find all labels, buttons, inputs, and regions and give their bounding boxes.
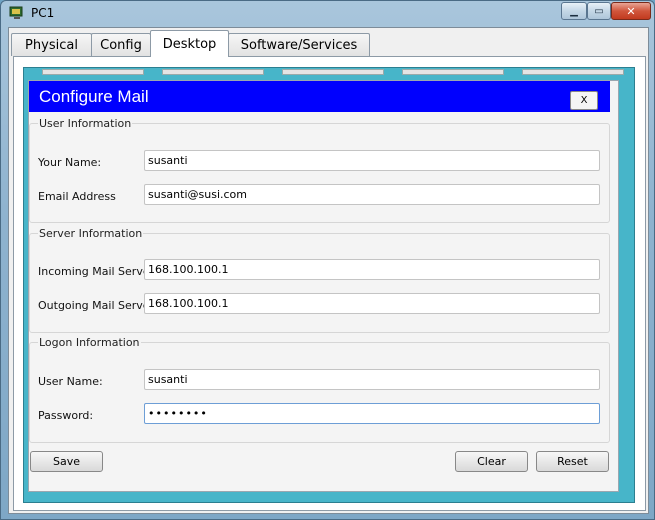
server-information-group: Server Information Incoming Mail Server …	[29, 227, 610, 333]
close-window-button[interactable]: ✕	[611, 2, 651, 20]
user-name-label: User Name:	[38, 375, 103, 388]
close-icon: ✕	[626, 4, 636, 18]
dialog-close-button[interactable]: X	[570, 91, 598, 110]
background-app-tile	[162, 69, 264, 75]
background-app-tile	[42, 69, 144, 75]
background-app-tile	[522, 69, 624, 75]
your-name-input[interactable]: susanti	[144, 150, 600, 171]
password-label: Password:	[38, 409, 94, 422]
window-title: PC1	[31, 6, 55, 20]
user-information-group: User Information Your Name: susanti Emai…	[29, 117, 610, 223]
maximize-icon: ▭	[594, 5, 604, 17]
app-window: PC1 ▁ ▭ ✕ Physical Config Desktop Softwa…	[0, 0, 655, 520]
dialog-header: Configure Mail X	[29, 81, 610, 112]
tab-desktop[interactable]: Desktop	[150, 30, 229, 57]
minimize-icon: ▁	[570, 5, 578, 17]
app-icon	[9, 6, 23, 19]
user-information-legend: User Information	[38, 117, 133, 130]
maximize-button[interactable]: ▭	[587, 2, 611, 20]
dialog-title: Configure Mail	[39, 87, 149, 106]
email-address-label: Email Address	[38, 190, 116, 203]
server-information-legend: Server Information	[38, 227, 144, 240]
logon-information-legend: Logon Information	[38, 336, 141, 349]
minimize-button[interactable]: ▁	[561, 2, 587, 20]
incoming-mail-server-label: Incoming Mail Server	[38, 265, 155, 278]
outgoing-mail-server-input[interactable]: 168.100.100.1	[144, 293, 600, 314]
logon-information-group: Logon Information User Name: susanti Pas…	[29, 336, 610, 443]
configure-mail-dialog: Configure Mail X User Information Your N…	[28, 80, 619, 492]
desktop-panel: Configure Mail X User Information Your N…	[13, 56, 646, 511]
outgoing-mail-server-label: Outgoing Mail Server	[38, 299, 155, 312]
clear-button[interactable]: Clear	[455, 451, 528, 472]
reset-button[interactable]: Reset	[536, 451, 609, 472]
your-name-label: Your Name:	[38, 156, 102, 169]
client-area: Physical Config Desktop Software/Service…	[8, 27, 649, 514]
desktop-area: Configure Mail X User Information Your N…	[23, 67, 635, 503]
background-app-tile	[402, 69, 504, 75]
save-button[interactable]: Save	[30, 451, 103, 472]
tab-physical[interactable]: Physical	[11, 33, 92, 56]
email-address-input[interactable]: susanti@susi.com	[144, 184, 600, 205]
background-app-tile	[282, 69, 384, 75]
title-bar[interactable]: PC1 ▁ ▭ ✕	[1, 1, 654, 27]
tab-config[interactable]: Config	[91, 33, 151, 56]
incoming-mail-server-input[interactable]: 168.100.100.1	[144, 259, 600, 280]
tab-software-services[interactable]: Software/Services	[228, 33, 370, 56]
user-name-input[interactable]: susanti	[144, 369, 600, 390]
password-input[interactable]: ••••••••	[144, 403, 600, 424]
